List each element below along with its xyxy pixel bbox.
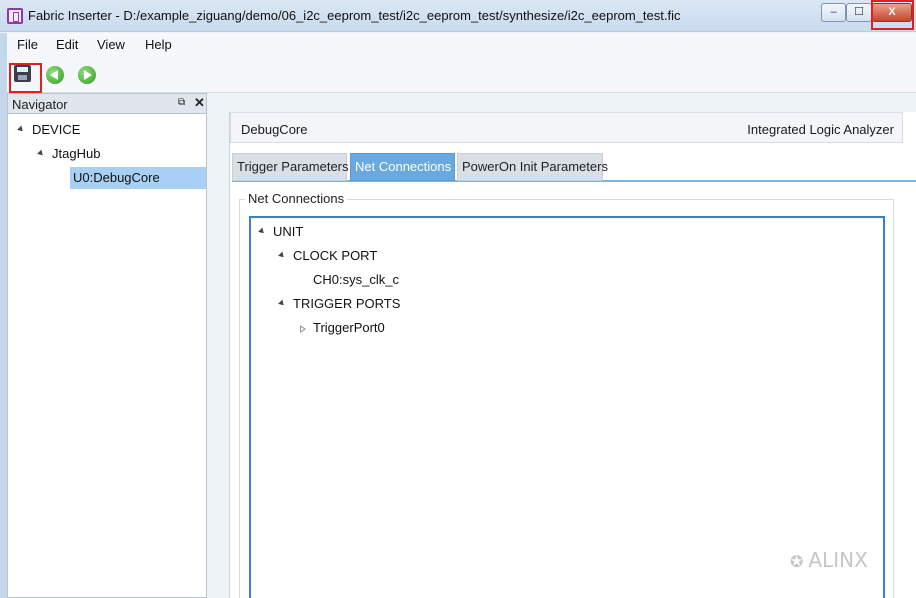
window-title: Fabric Inserter - D:/example_ziguang/dem… [28,8,681,23]
main-content: DebugCore Integrated Logic Analyzer Trig… [229,112,916,598]
watermark: ✪ ALINX [790,548,868,572]
tab-net-connections[interactable]: Net Connections [350,153,455,181]
navigator-title: Navigator [12,97,68,112]
expand-arrow-icon[interactable] [17,125,25,134]
tree-node-trigger-port0[interactable]: TriggerPort0 [313,320,385,335]
tab-bar: Trigger Parameters Net Connections Power… [232,153,916,182]
navigator-panel: Navigator ⧉ ✕ DEVICE JtagHub U0:DebugCor… [7,93,207,598]
tree-node-clock-channel[interactable]: CH0:sys_clk_c [313,272,399,287]
navigator-header: Navigator ⧉ ✕ [8,94,206,114]
maximize-button[interactable]: ☐ [846,3,872,22]
group-title: Net Connections [245,191,348,206]
app-icon [7,8,23,24]
minimize-button[interactable]: ‒ [821,3,846,22]
tree-node-jtaghub[interactable]: JtagHub [52,146,100,161]
title-bar: Fabric Inserter - D:/example_ziguang/dem… [0,0,916,32]
menu-edit[interactable]: Edit [56,37,78,52]
menu-view[interactable]: View [97,37,125,52]
close-highlight-box [871,0,914,30]
expand-arrow-icon[interactable] [278,251,286,260]
core-header: DebugCore Integrated Logic Analyzer [230,112,903,143]
tab-trigger-parameters[interactable]: Trigger Parameters [232,153,349,181]
tree-node-device[interactable]: DEVICE [32,122,80,137]
expand-arrow-icon[interactable] [37,149,45,158]
save-highlight-box [9,63,42,93]
watermark-text: ALINX [808,548,868,572]
tab-poweron-init-parameters[interactable]: PowerOn Init Parameters [457,153,608,181]
forward-arrow-icon[interactable] [78,66,96,84]
restore-panel-icon[interactable]: ⧉ [178,97,185,108]
toolbar [7,57,916,93]
tree-node-clock-port[interactable]: CLOCK PORT [293,248,377,263]
wechat-icon: ✪ [790,552,804,571]
expand-arrow-icon[interactable] [258,227,266,236]
menu-file[interactable]: File [17,37,38,52]
expand-arrow-icon[interactable] [278,299,286,308]
tree-node-trigger-ports[interactable]: TRIGGER PORTS [293,296,400,311]
net-tree: UNIT CLOCK PORT CH0:sys_clk_c TRIGGER PO… [249,216,885,598]
menu-help[interactable]: Help [145,37,172,52]
close-panel-icon[interactable]: ✕ [194,95,205,111]
core-name: DebugCore [241,122,308,137]
core-type: Integrated Logic Analyzer [747,122,894,137]
tree-node-unit[interactable]: UNIT [273,224,303,239]
tree-node-debugcore[interactable]: U0:DebugCore [73,170,160,185]
collapsed-arrow-icon[interactable] [300,325,306,333]
window-left-edge [0,33,7,598]
panel-splitter[interactable] [207,93,229,598]
menu-bar: File Edit View Help [7,33,916,57]
back-arrow-icon[interactable] [46,66,64,84]
